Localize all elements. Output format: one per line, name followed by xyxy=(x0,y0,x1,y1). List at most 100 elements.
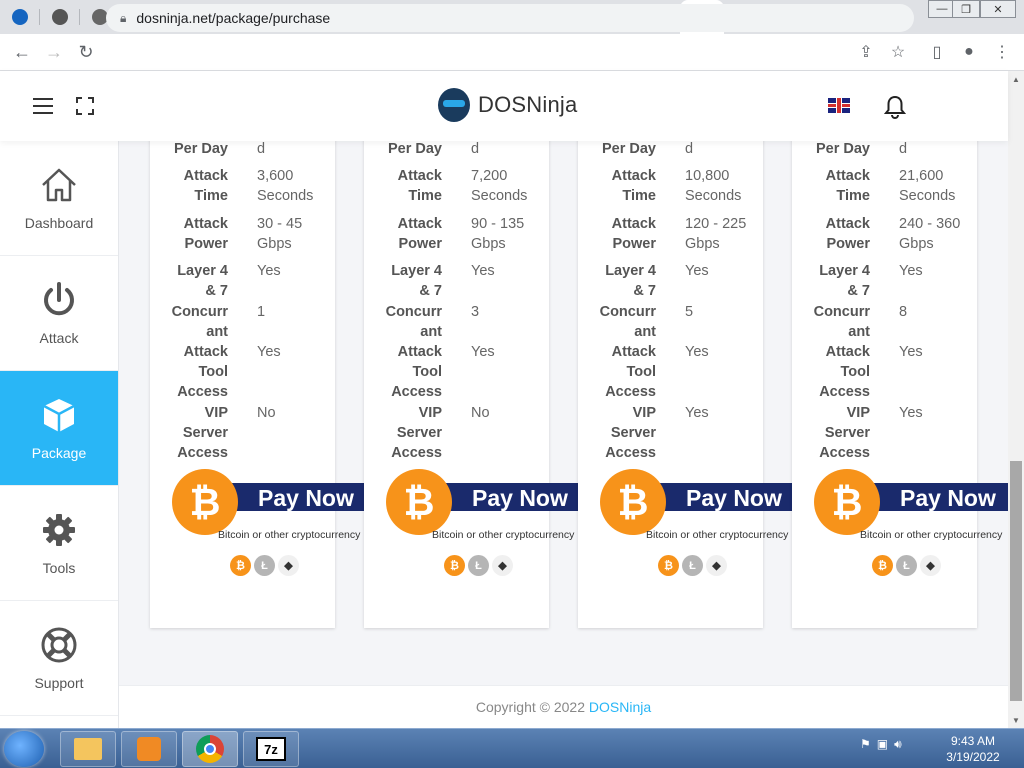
clock-time: 9:43 AM xyxy=(950,734,996,748)
taskbar-media-player-button[interactable] xyxy=(121,731,177,767)
feature-value: Yes xyxy=(899,405,923,421)
feature-label: Per Day xyxy=(387,141,442,157)
feature-label: Attack Power xyxy=(825,216,870,252)
feature-label: Attack Tool Access xyxy=(391,344,442,400)
pay-now-button[interactable]: ₿ Pay Now Bitcoin or other cryptocurrency xyxy=(172,469,372,541)
crypto-coins: ₿ Ł ◆ xyxy=(872,555,941,576)
reload-button[interactable]: ↻ xyxy=(70,36,102,68)
feature-value: d xyxy=(471,141,480,157)
7zip-icon: 7z xyxy=(256,737,286,761)
feature-label: Layer 4 & 7 xyxy=(605,263,656,299)
footer-brand-link[interactable]: DOSNinja xyxy=(589,699,651,715)
taskbar-explorer-button[interactable] xyxy=(60,731,116,767)
page-scrollbar[interactable]: ▲ ▼ xyxy=(1008,71,1024,728)
bookmark-star-icon[interactable]: ☆ xyxy=(884,38,912,66)
taskbar-7zip-button[interactable]: 7z xyxy=(243,731,299,767)
profile-icon[interactable]: ● xyxy=(955,38,983,66)
home-icon xyxy=(42,168,76,202)
bitcoin-icon: ₿ xyxy=(386,469,452,535)
litecoin-icon: Ł xyxy=(468,555,489,576)
bitcoin-icon: ₿ xyxy=(230,555,251,576)
share-icon[interactable]: ⇪ xyxy=(852,38,880,66)
notification-bell-icon[interactable] xyxy=(884,95,906,119)
action-center-icon[interactable]: ⚑ xyxy=(860,737,871,752)
sidebar-item-tools[interactable]: Tools xyxy=(0,486,118,601)
sidebar-item-label: Tools xyxy=(42,560,76,576)
sidebar-item-label: Support xyxy=(34,675,84,691)
restore-button[interactable]: ❐ xyxy=(952,0,980,18)
close-window-button[interactable]: ✕ xyxy=(980,0,1016,18)
system-tray: ⚑ ▣ 🔊︎ xyxy=(860,737,902,752)
lifebuoy-icon xyxy=(41,627,77,663)
crypto-coins: ₿ Ł ◆ xyxy=(444,555,513,576)
hamburger-menu-icon[interactable] xyxy=(33,98,53,114)
network-icon[interactable]: ▣ xyxy=(877,737,888,752)
package-card: Per Day d Attack Time 3,600 Seconds Attack Powe… xyxy=(150,141,372,628)
back-button[interactable]: ← xyxy=(6,36,38,68)
sidebar-item-support[interactable]: Support xyxy=(0,601,118,716)
scroll-down-arrow-icon[interactable]: ▼ xyxy=(1008,712,1024,728)
feature-value: No xyxy=(257,405,276,421)
feature-value: Yes xyxy=(257,263,281,279)
pay-now-button[interactable]: ₿ Pay Now Bitcoin or other cryptocurrency xyxy=(386,469,586,541)
feature-value: 3 xyxy=(471,304,480,320)
feature-label: Concurr ant xyxy=(599,304,656,340)
forward-button[interactable]: → xyxy=(38,36,70,68)
volume-icon[interactable]: 🔊︎ xyxy=(894,737,902,752)
feature-label: Concurr ant xyxy=(813,304,870,340)
pay-now-subtitle: Bitcoin or other cryptocurrency xyxy=(860,529,1003,541)
windows-taskbar: 7z ⚑ ▣ 🔊︎ 9:43 AM 3/19/2022 xyxy=(0,728,1024,768)
litecoin-icon: Ł xyxy=(254,555,275,576)
site-favicon-icon xyxy=(52,9,68,25)
feature-value: d xyxy=(685,141,694,157)
fullscreen-icon[interactable] xyxy=(76,97,94,115)
feature-label: Attack Power xyxy=(183,216,228,252)
media-player-icon xyxy=(137,737,161,761)
feature-label: VIP Server Access xyxy=(391,405,442,461)
taskbar-chrome-button[interactable] xyxy=(182,731,238,767)
pay-now-subtitle: Bitcoin or other cryptocurrency xyxy=(432,529,575,541)
cube-icon xyxy=(43,399,75,432)
feature-value: Yes xyxy=(471,344,495,360)
bitcoin-icon: ₿ xyxy=(814,469,880,535)
brand-logo[interactable]: DOSNinja xyxy=(438,88,577,122)
browser-tab[interactable] xyxy=(0,0,40,34)
pay-now-button[interactable]: ₿ Pay Now Bitcoin or other cryptocurrency xyxy=(814,469,1008,541)
clock-date: 3/19/2022 xyxy=(946,750,1000,764)
sidebar-item-label: Attack xyxy=(39,330,79,346)
pay-now-button[interactable]: ₿ Pay Now Bitcoin or other cryptocurrency xyxy=(600,469,800,541)
taskbar-clock[interactable]: 9:43 AM 3/19/2022 xyxy=(940,733,1006,765)
feature-value: No xyxy=(471,405,490,421)
feature-value: 120 - 225 Gbps xyxy=(685,216,747,252)
feature-value: 5 xyxy=(685,304,694,320)
uk-flag-icon[interactable] xyxy=(828,98,850,113)
url-text: dosninja.net/package/purchase xyxy=(136,10,331,26)
feature-label: Concurr ant xyxy=(171,304,228,340)
crypto-coins: ₿ Ł ◆ xyxy=(230,555,299,576)
scroll-up-arrow-icon[interactable]: ▲ xyxy=(1008,71,1024,87)
feature-label: Layer 4 & 7 xyxy=(177,263,228,299)
browser-menu-icon[interactable]: ⋮ xyxy=(988,38,1016,66)
feature-value: 30 - 45 Gbps xyxy=(257,216,303,252)
side-panel-icon[interactable]: ▯ xyxy=(923,38,951,66)
power-icon xyxy=(44,282,74,316)
app-header: DOSNinja xyxy=(0,71,1008,141)
start-button[interactable] xyxy=(4,731,44,767)
ethereum-icon: ◆ xyxy=(278,555,299,576)
sidebar-item-attack[interactable]: Attack xyxy=(0,256,118,371)
pay-now-label: Pay Now xyxy=(686,485,782,511)
feature-value: d xyxy=(899,141,908,157)
folder-icon xyxy=(74,738,102,760)
litecoin-icon: Ł xyxy=(682,555,703,576)
browser-tab[interactable] xyxy=(40,0,80,34)
pay-now-subtitle: Bitcoin or other cryptocurrency xyxy=(646,529,789,541)
scrollbar-thumb[interactable] xyxy=(1010,461,1022,701)
brand-name: DOSNinja xyxy=(478,92,578,117)
feature-label: Per Day xyxy=(815,141,870,157)
sidebar-item-package[interactable]: Package xyxy=(0,371,118,486)
feature-value: Yes xyxy=(685,405,709,421)
sidebar-item-dashboard[interactable]: Dashboard xyxy=(0,141,118,256)
feature-label: Attack Tool Access xyxy=(177,344,228,400)
pay-now-subtitle: Bitcoin or other cryptocurrency xyxy=(218,529,361,541)
url-field[interactable]: 🔒︎ dosninja.net/package/purchase xyxy=(106,4,914,32)
